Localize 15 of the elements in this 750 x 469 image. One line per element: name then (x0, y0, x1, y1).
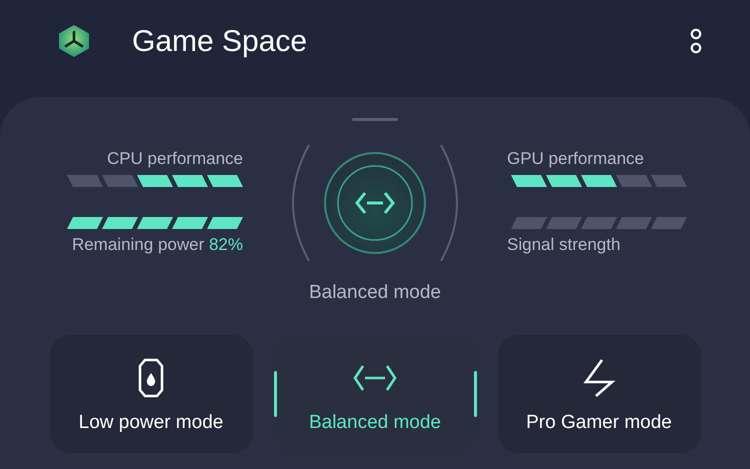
more-options-icon[interactable] (690, 28, 702, 54)
mode-card[interactable]: Pro Gamer mode (498, 335, 700, 453)
balanced-icon (353, 363, 397, 393)
meter-label: GPU performance (507, 148, 644, 170)
meter-label: Remaining power 82% (72, 234, 243, 256)
logo-icon (58, 24, 90, 58)
drag-handle[interactable] (352, 118, 398, 121)
meter-label: CPU performance (106, 148, 243, 170)
battery-drop-icon (136, 358, 166, 398)
current-mode-label: Balanced mode (308, 281, 442, 305)
mode-card[interactable]: Balanced mode (274, 335, 476, 453)
lightning-icon (582, 358, 616, 398)
app-title: Game Space (132, 24, 308, 60)
meter-label: Signal strength (507, 234, 620, 256)
mode-card[interactable]: Low power mode (50, 335, 252, 453)
